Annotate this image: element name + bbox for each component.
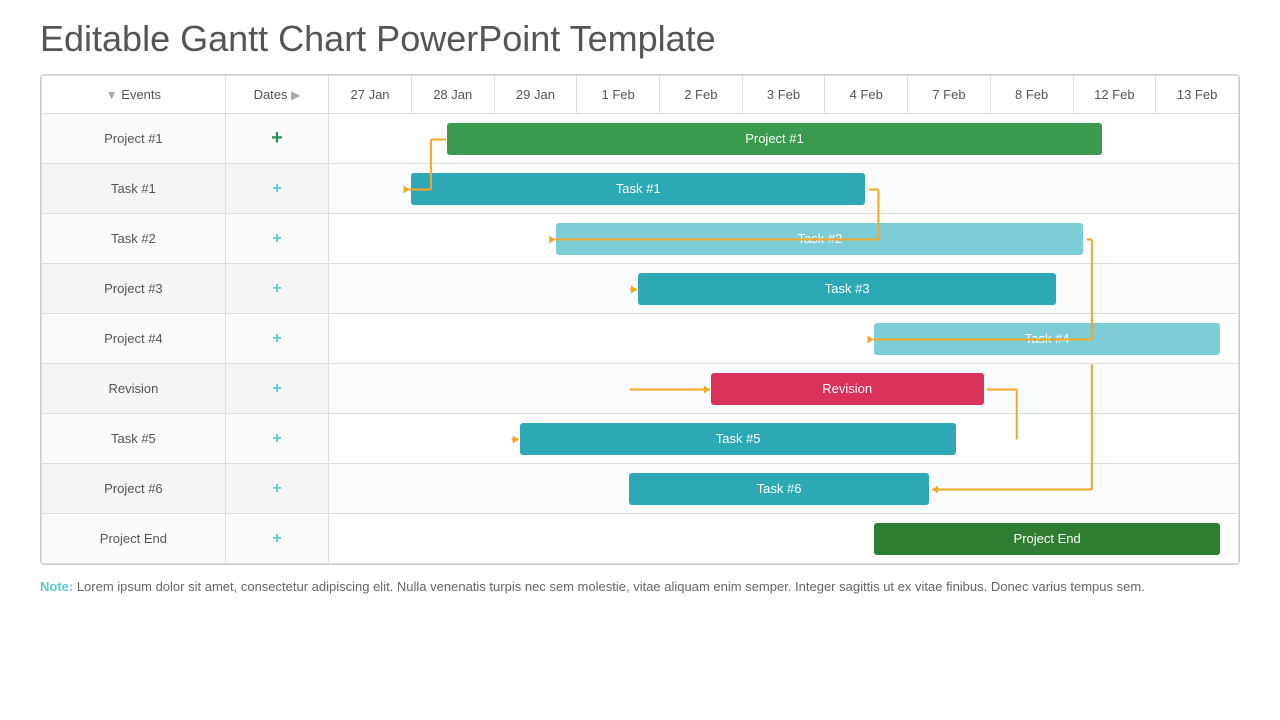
table-row: Project #6+ Task #6 (42, 464, 1239, 514)
sort-down-icon: ▼ (106, 88, 118, 102)
chart-cell: Task #1 (329, 164, 1239, 214)
col-header-3feb: 3 Feb (742, 76, 825, 114)
chart-cell: Revision (329, 364, 1239, 414)
row-plus-button[interactable]: + (225, 114, 328, 164)
row-label: Project #1 (42, 114, 226, 164)
gantt-bar[interactable]: Task #5 (520, 423, 956, 455)
row-plus-button[interactable]: + (225, 164, 328, 214)
table-row: Project #3+ Task #3 (42, 264, 1239, 314)
note-text: Lorem ipsum dolor sit amet, consectetur … (73, 579, 1145, 594)
row-plus-button[interactable]: + (225, 264, 328, 314)
gantt-bar[interactable]: Task #2 (556, 223, 1083, 255)
row-label: Project End (42, 514, 226, 564)
gantt-bar[interactable]: Task #3 (638, 273, 1056, 305)
table-row: Project #1+Project #1 (42, 114, 1239, 164)
row-label: Task #2 (42, 214, 226, 264)
events-header-label: Events (121, 87, 161, 102)
header-dates: Dates ▶ (225, 76, 328, 114)
table-row: Project End+Project End (42, 514, 1239, 564)
chart-cell: Project End (329, 514, 1239, 564)
row-plus-button[interactable]: + (225, 464, 328, 514)
row-label: Project #4 (42, 314, 226, 364)
row-plus-button[interactable]: + (225, 414, 328, 464)
chart-cell: Task #4 (329, 314, 1239, 364)
row-plus-button[interactable]: + (225, 514, 328, 564)
table-row: Task #2+Task #2 (42, 214, 1239, 264)
chart-cell: Task #5 (329, 414, 1239, 464)
table-row: Task #5+Task #5 (42, 414, 1239, 464)
col-header-27jan: 27 Jan (329, 76, 412, 114)
table-row: Task #1+Task #1 (42, 164, 1239, 214)
gantt-chart: ▼ Events Dates ▶ 27 Jan 28 Jan 29 Jan 1 … (40, 74, 1240, 565)
row-plus-button[interactable]: + (225, 314, 328, 364)
row-label: Revision (42, 364, 226, 414)
gantt-bar[interactable]: Task #1 (411, 173, 865, 205)
gantt-bar[interactable]: Revision (711, 373, 984, 405)
row-label: Task #1 (42, 164, 226, 214)
chart-cell: Task #2 (329, 214, 1239, 264)
page-title: Editable Gantt Chart PowerPoint Template (40, 18, 1240, 60)
col-header-13feb: 13 Feb (1156, 76, 1239, 114)
gantt-bar[interactable]: Task #6 (629, 473, 929, 505)
table-row: Revision+Revision (42, 364, 1239, 414)
note-label: Note: (40, 579, 73, 594)
col-header-29jan: 29 Jan (494, 76, 577, 114)
chart-cell: Task #3 (329, 264, 1239, 314)
row-label: Project #3 (42, 264, 226, 314)
arrow-right-icon: ▶ (291, 88, 300, 102)
header-row: ▼ Events Dates ▶ 27 Jan 28 Jan 29 Jan 1 … (42, 76, 1239, 114)
row-plus-button[interactable]: + (225, 214, 328, 264)
col-header-28jan: 28 Jan (411, 76, 494, 114)
dates-header-label: Dates (254, 87, 288, 102)
row-label: Project #6 (42, 464, 226, 514)
col-header-2feb: 2 Feb (659, 76, 742, 114)
table-row: Project #4+ Task #4 (42, 314, 1239, 364)
col-header-1feb: 1 Feb (577, 76, 660, 114)
chart-cell: Project #1 (329, 114, 1239, 164)
gantt-bar[interactable]: Project End (874, 523, 1219, 555)
gantt-table: ▼ Events Dates ▶ 27 Jan 28 Jan 29 Jan 1 … (41, 75, 1239, 564)
header-events: ▼ Events (42, 76, 226, 114)
row-label: Task #5 (42, 414, 226, 464)
row-plus-button[interactable]: + (225, 364, 328, 414)
col-header-12feb: 12 Feb (1073, 76, 1156, 114)
col-header-4feb: 4 Feb (825, 76, 908, 114)
col-header-7feb: 7 Feb (908, 76, 991, 114)
chart-cell: Task #6 (329, 464, 1239, 514)
gantt-bar[interactable]: Project #1 (447, 123, 1101, 155)
col-header-8feb: 8 Feb (990, 76, 1073, 114)
note-section: Note: Lorem ipsum dolor sit amet, consec… (40, 577, 1240, 598)
gantt-bar[interactable]: Task #4 (874, 323, 1219, 355)
